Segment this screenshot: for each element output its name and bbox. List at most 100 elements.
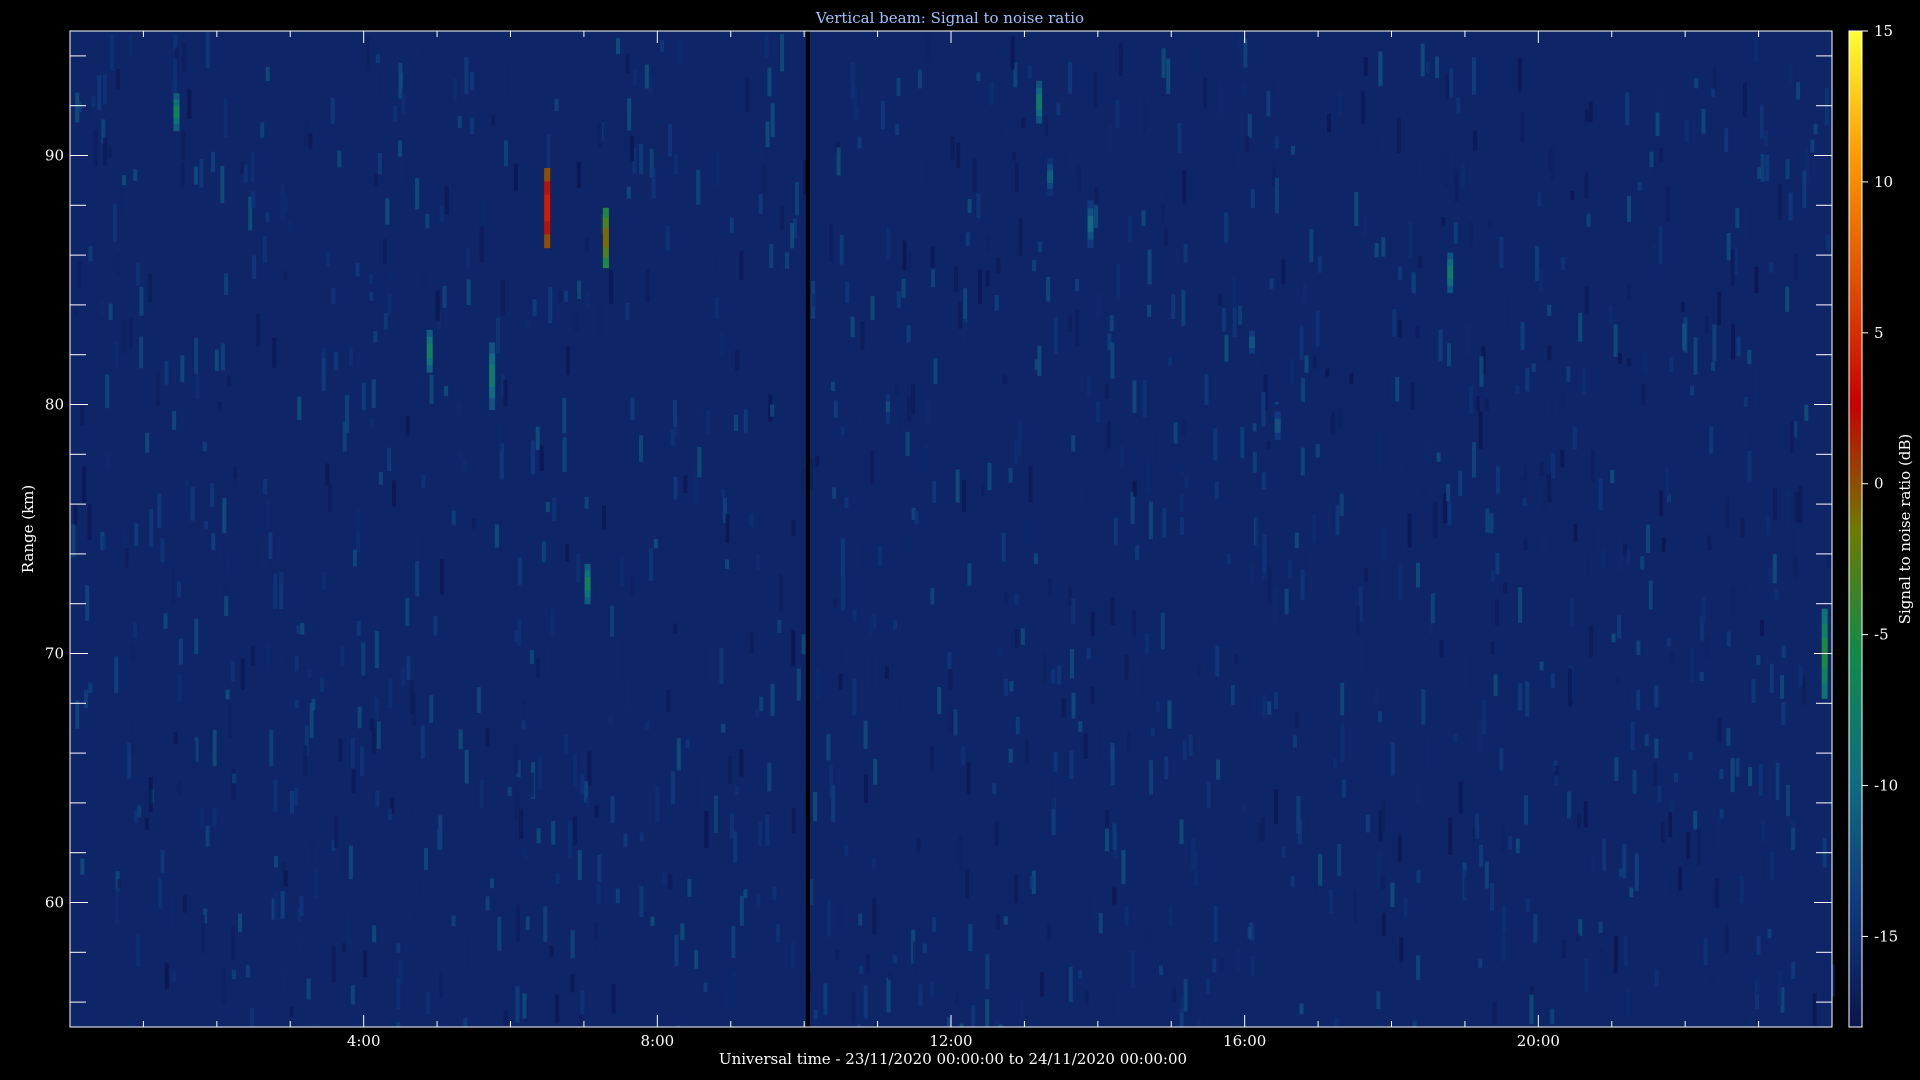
noise-cell	[221, 967, 226, 1005]
noise-cell	[639, 435, 643, 462]
noise-cell	[1648, 580, 1653, 610]
noise-cell	[1730, 248, 1735, 286]
noise-cell	[1020, 628, 1025, 645]
noise-cell	[1490, 883, 1495, 911]
noise-cell	[218, 541, 223, 557]
noise-cell	[1147, 927, 1152, 946]
noise-cell	[231, 925, 236, 961]
noise-cell	[1121, 850, 1126, 885]
noise-cell	[1535, 246, 1539, 281]
noise-cell	[455, 500, 460, 536]
noise-cell	[920, 291, 924, 300]
noise-cell	[1726, 631, 1731, 647]
noise-cell	[1449, 68, 1454, 98]
noise-cell	[444, 186, 449, 215]
noise-cell	[133, 169, 138, 181]
noise-cell	[785, 252, 789, 269]
noise-cell	[1274, 692, 1278, 710]
noise-cell	[121, 548, 126, 567]
noise-cell	[388, 679, 393, 708]
noise-cell	[334, 351, 338, 371]
noise-cell	[696, 169, 701, 205]
noise-cell	[1726, 233, 1731, 261]
noise-cell	[1444, 151, 1449, 187]
noise-cell	[801, 634, 806, 655]
noise-cell	[330, 97, 335, 124]
noise-cell	[200, 914, 205, 953]
echo-cell	[1447, 272, 1454, 280]
noise-cell	[1690, 386, 1695, 396]
noise-cell	[729, 218, 734, 234]
noise-cell	[1433, 501, 1438, 538]
noise-cell	[577, 850, 582, 880]
noise-cell	[1616, 677, 1620, 686]
noise-cell	[1071, 598, 1076, 624]
noise-cell	[844, 844, 849, 857]
noise-cell	[149, 509, 154, 547]
noise-cell	[348, 347, 353, 367]
noise-cell	[1790, 420, 1795, 454]
noise-cell	[116, 69, 120, 90]
noise-cell	[371, 379, 376, 408]
noise-cell	[1453, 734, 1458, 743]
noise-cell	[1130, 951, 1135, 988]
noise-cell	[1439, 639, 1444, 658]
noise-cell	[1499, 747, 1504, 771]
noise-cell	[639, 832, 644, 841]
noise-cell	[1118, 43, 1123, 76]
noise-cell	[490, 878, 494, 889]
noise-cell	[73, 503, 78, 527]
noise-cell	[957, 302, 962, 329]
noise-cell	[348, 845, 353, 880]
noise-cell	[1147, 304, 1152, 317]
noise-cell	[269, 729, 274, 767]
noise-cell	[1756, 655, 1761, 666]
noise-cell	[1484, 398, 1489, 412]
noise-cell	[985, 235, 990, 252]
noise-cell	[728, 755, 733, 784]
noise-cell	[1110, 743, 1115, 761]
noise-cell	[369, 718, 374, 731]
noise-cell	[220, 166, 225, 203]
noise-cell	[961, 746, 966, 766]
noise-cell	[1617, 353, 1622, 365]
noise-cell	[1614, 757, 1619, 781]
noise-cell	[1717, 817, 1722, 854]
noise-cell	[932, 480, 937, 503]
noise-cell	[878, 545, 882, 567]
noise-cell	[994, 820, 999, 846]
noise-cell	[668, 874, 673, 889]
noise-cell	[673, 623, 677, 634]
noise-cell	[1719, 769, 1724, 779]
noise-cell	[1124, 654, 1129, 680]
noise-cell	[1001, 532, 1006, 562]
noise-cell	[1751, 678, 1756, 703]
echo-cell	[584, 577, 591, 585]
noise-cell	[1180, 517, 1184, 535]
noise-cell	[598, 299, 603, 337]
noise-cell	[1537, 192, 1542, 207]
noise-cell	[1761, 854, 1766, 878]
noise-cell	[1197, 1018, 1202, 1027]
noise-cell	[1802, 170, 1807, 208]
noise-cell	[99, 299, 104, 317]
noise-cell	[314, 867, 319, 898]
noise-cell	[1046, 276, 1051, 302]
noise-cell	[1785, 491, 1790, 528]
noise-cell	[1688, 751, 1693, 760]
noise-cell	[160, 538, 165, 563]
noise-cell	[1004, 590, 1008, 605]
echo-cell	[602, 257, 609, 269]
noise-cell	[1179, 494, 1184, 513]
noise-cell	[1104, 384, 1109, 400]
noise-cell	[1171, 294, 1176, 319]
noise-cell	[704, 810, 709, 849]
noise-cell	[1758, 763, 1763, 796]
noise-cell	[816, 667, 821, 701]
echo-cell	[1087, 231, 1094, 241]
noise-cell	[1224, 212, 1229, 243]
noise-cell	[1395, 377, 1400, 402]
noise-cell	[250, 152, 255, 183]
noise-cell	[1317, 256, 1322, 273]
noise-cell	[1478, 959, 1483, 968]
